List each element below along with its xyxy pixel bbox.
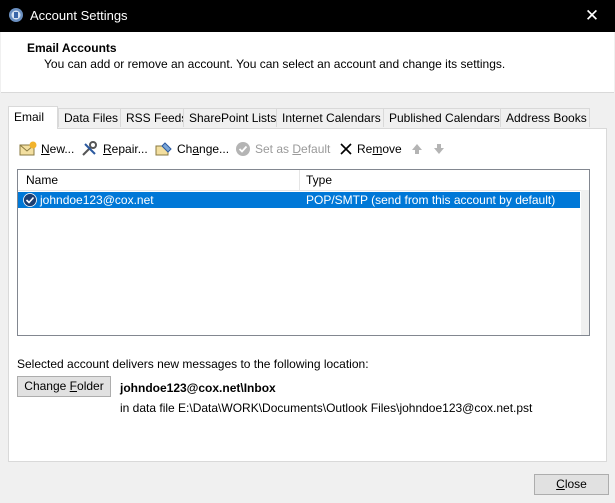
tab-published-calendars[interactable]: Published Calendars <box>383 108 501 127</box>
data-file-path: in data file E:\Data\WORK\Documents\Outl… <box>120 401 533 415</box>
tab-sharepoint-lists[interactable]: SharePoint Lists <box>183 108 277 127</box>
column-divider[interactable] <box>299 170 300 190</box>
section-title: Email Accounts <box>27 41 117 55</box>
remove-button[interactable]: Remove <box>339 139 402 159</box>
list-header: Name Type <box>18 170 589 191</box>
app-icon <box>9 8 23 22</box>
delivery-label: Selected account delivers new messages t… <box>17 357 369 371</box>
repair-icon <box>82 141 97 156</box>
column-header-name[interactable]: Name <box>26 173 58 187</box>
x-icon <box>340 143 352 155</box>
new-label: New... <box>41 142 75 156</box>
close-button[interactable]: Close <box>534 474 609 495</box>
account-type: POP/SMTP (send from this account by defa… <box>306 193 556 207</box>
window-close-button[interactable]: ✕ <box>569 0 615 32</box>
change-label: Change... <box>177 142 230 156</box>
inbox-path: johndoe123@cox.net\Inbox <box>120 381 276 395</box>
new-button[interactable]: New... <box>19 139 74 159</box>
set-as-default-button[interactable]: Set as Default <box>235 139 330 159</box>
move-up-button[interactable] <box>411 139 427 159</box>
repair-button[interactable]: Repair... <box>81 139 148 159</box>
section-description: You can add or remove an account. You ca… <box>44 57 506 71</box>
tab-address-books[interactable]: Address Books <box>500 108 590 127</box>
tab-internet-calendars[interactable]: Internet Calendars <box>276 108 384 127</box>
email-tab-panel: New... Repair... Change... Set as Defaul… <box>8 128 607 462</box>
move-down-button[interactable] <box>433 139 449 159</box>
tab-rss-feeds[interactable]: RSS Feeds <box>120 108 187 127</box>
arrow-down-icon <box>434 144 444 154</box>
repair-label: Repair... <box>103 142 148 156</box>
change-button[interactable]: Change... <box>155 139 229 159</box>
window-title: Account Settings <box>30 8 128 23</box>
default-check-icon <box>23 193 37 207</box>
column-header-type[interactable]: Type <box>306 173 332 187</box>
check-circle-icon <box>236 142 250 156</box>
remove-label: Remove <box>357 142 402 156</box>
account-name: johndoe123@cox.net <box>40 193 154 207</box>
header-band: Email Accounts You can add or remove an … <box>1 32 614 93</box>
account-row[interactable]: johndoe123@cox.net POP/SMTP (send from t… <box>18 192 580 208</box>
set-as-default-label: Set as Default <box>255 142 331 156</box>
tab-data-files[interactable]: Data Files <box>58 108 121 127</box>
arrow-up-icon <box>412 144 422 154</box>
tab-email[interactable]: Email <box>8 106 58 129</box>
change-icon <box>155 142 172 156</box>
list-scrollbar[interactable] <box>581 190 589 335</box>
accounts-list[interactable]: Name Type johndoe123@cox.net POP/SMTP (s… <box>17 169 590 336</box>
title-bar: Account Settings ✕ <box>0 0 615 32</box>
change-folder-button[interactable]: Change Folder <box>17 376 111 397</box>
new-account-icon <box>19 141 37 156</box>
